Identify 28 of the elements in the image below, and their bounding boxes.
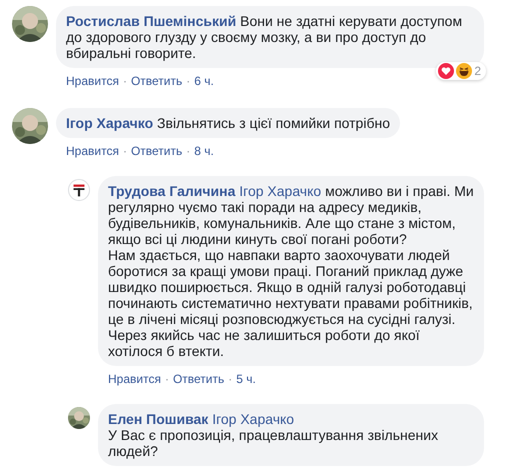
action-link[interactable]: Ответить (172, 370, 224, 388)
author-link[interactable]: Трудова Галичина (108, 183, 236, 199)
mention-link[interactable]: Ігор Харачко (212, 411, 294, 427)
separator-dot: · (122, 73, 127, 90)
author-link[interactable]: Ростислав Пшемінський (66, 13, 236, 29)
comment-text: Ігор Харачко Звільнятись з цієї помийки потрібно (66, 115, 390, 131)
timestamp[interactable]: 6 ч. (194, 72, 214, 90)
separator-dot: · (164, 371, 169, 388)
action-link[interactable]: Ответить (130, 142, 182, 160)
reaction-count: 2 (474, 63, 482, 79)
separator-dot: · (186, 143, 190, 160)
comment-text: Нам здається, що навпаки варто заохочувати людей боротися за кращі умови праці. Поганий приклад дуже швидко поширюється. Якщо в одній галузі роботодавці починають систематично нехтувати правами робітників, це в лічені місяці розповсюджується на сусідні галузі. Через якийсь час не залишиться роботи до якої хотілося б втекти. (108, 247, 474, 359)
action-link[interactable]: Нравится (66, 142, 119, 160)
laughing-face-icon (456, 63, 472, 79)
comment-text: Ростислав Пшемінський Вони не здатні керувати доступом до здорового глузду у своєму мозку, а ви про доступ до вбиральні говорите. (66, 13, 464, 61)
separator-dot: · (228, 371, 232, 388)
action-link[interactable]: Нравится (66, 72, 119, 90)
author-link[interactable]: Ігор Харачко (66, 115, 154, 131)
separator-dot: · (122, 143, 127, 160)
comment-text: Трудова Галичина Ігор Харачко можливо ви і праві. Ми регулярно чуємо такі поради на адресу медиків, будівельників, комунальників. Але що стане з містом, якщо всі ці людини кинуть свої погані роботи? (108, 183, 474, 247)
timestamp[interactable]: 8 ч. (194, 142, 214, 160)
timestamp[interactable]: 5 ч. (236, 370, 256, 388)
action-link[interactable]: Ответить (130, 72, 182, 90)
action-link[interactable]: Нравится (108, 370, 161, 388)
separator-dot: · (186, 73, 190, 90)
mention-link[interactable]: Ігор Харачко (239, 183, 322, 199)
author-link[interactable]: Елен Пошивак (108, 411, 208, 427)
comment-text: Елен Пошивак Ігор Харачко У Вас є пропозиція, працевлаштування звільнених людей? (108, 411, 440, 459)
